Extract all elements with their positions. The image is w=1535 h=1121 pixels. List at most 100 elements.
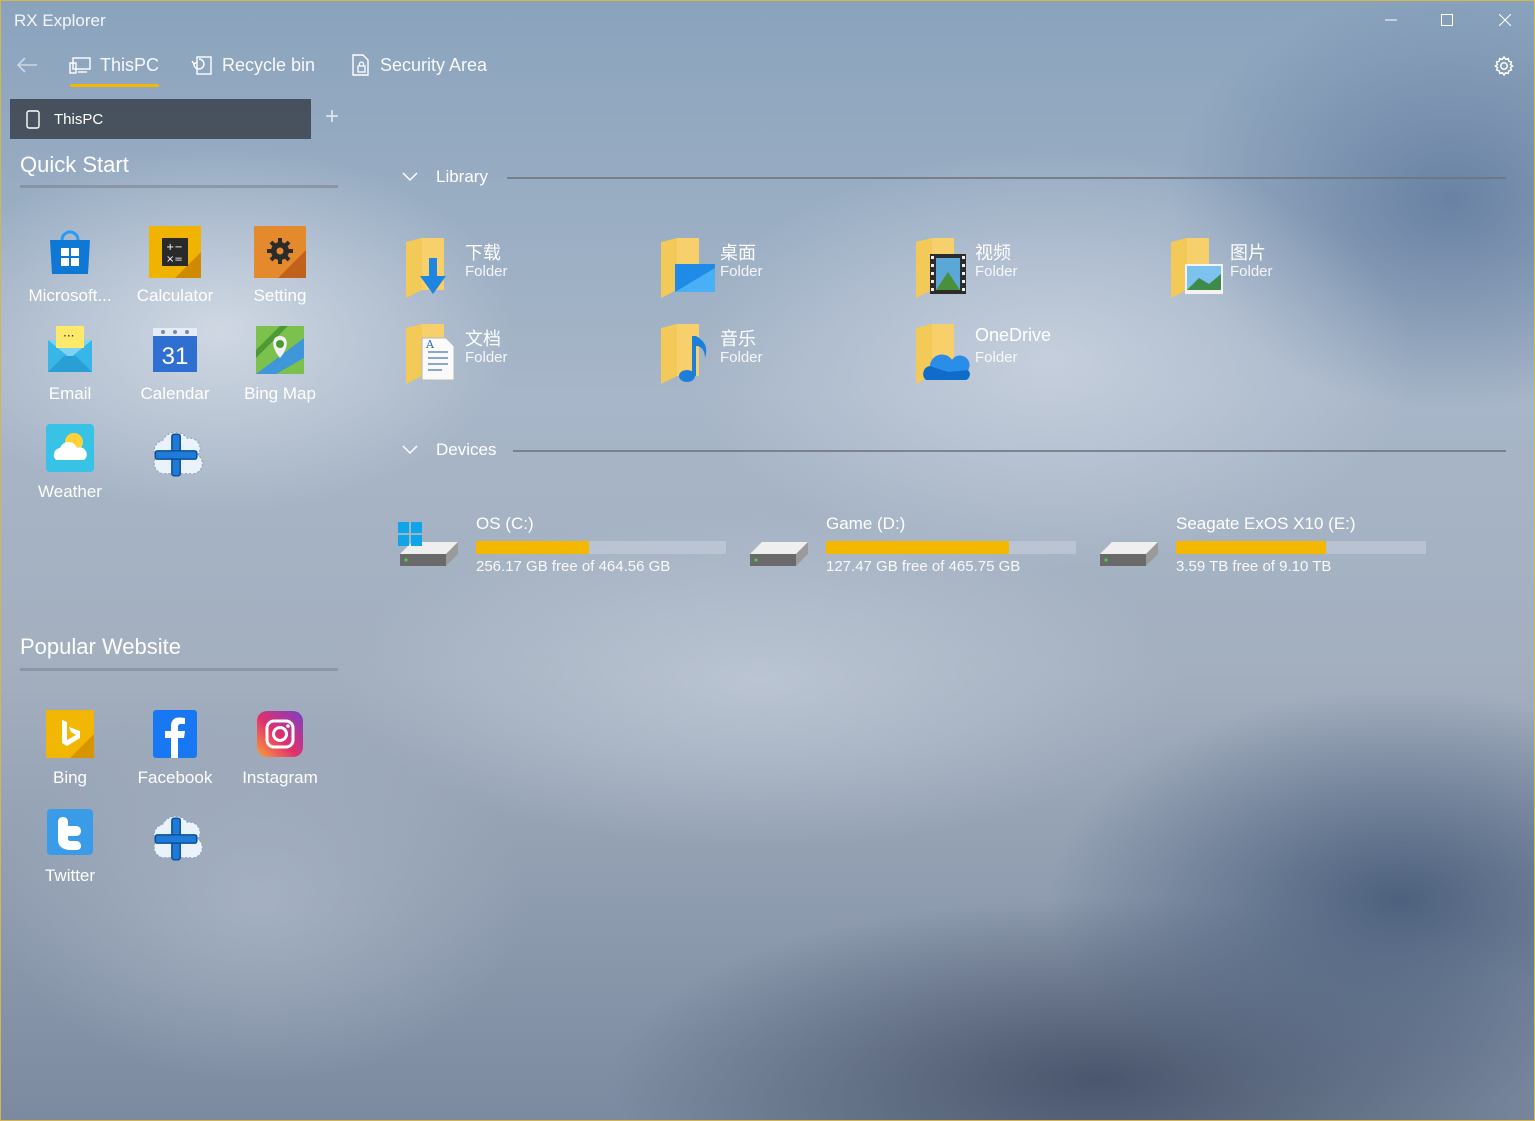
drive-c[interactable]: OS (C:) 256.17 GB free of 464.56 GB [398, 514, 738, 584]
svg-text:···: ··· [63, 329, 74, 343]
quick-start-add-button[interactable] [123, 426, 227, 484]
drive-usage-fill [476, 541, 589, 554]
folder-name: 视频 [975, 243, 1011, 263]
pictures-folder-icon [1171, 238, 1223, 298]
quick-start-calendar[interactable]: 31 Calendar [123, 324, 227, 404]
folder-documents[interactable]: A 文档 Folder [402, 324, 652, 394]
drive-e[interactable]: Seagate ExOS X10 (E:) 3.59 TB free of 9.… [1098, 514, 1438, 584]
svg-text:×=: ×= [166, 254, 183, 265]
recycle-bin-icon [190, 50, 214, 80]
lock-icon [348, 50, 372, 80]
website-label: Bing [52, 768, 88, 787]
maximize-icon [1441, 14, 1453, 26]
calculator-icon: +− ×= [149, 226, 201, 278]
devices-group-header[interactable]: Devices [398, 436, 496, 464]
drive-free-space: 3.59 TB free of 9.10 TB [1176, 558, 1332, 575]
website-label: Facebook [137, 768, 213, 787]
onedrive-folder-icon [916, 324, 970, 384]
folder-videos[interactable]: 视频 Folder [912, 238, 1162, 308]
drive-usage-bar [826, 541, 1076, 554]
folder-name: 音乐 [720, 329, 756, 349]
drive-usage-fill [1176, 541, 1326, 554]
minimize-button[interactable] [1363, 0, 1419, 40]
twitter-icon [47, 809, 93, 855]
thispc-icon [68, 50, 92, 80]
tab-thispc[interactable]: ThisPC [10, 99, 311, 139]
chevron-down-icon [398, 165, 422, 189]
svg-text:A: A [425, 338, 435, 351]
folder-desktop[interactable]: 桌面 Folder [657, 238, 907, 308]
quick-start-calculator[interactable]: +− ×= Calculator [123, 226, 227, 306]
library-group-header[interactable]: Library [398, 163, 488, 191]
library-divider [507, 177, 1506, 179]
folder-name: OneDrive [975, 325, 1052, 345]
navigation-bar: ThisPC Recycle bin Security Area [0, 44, 1535, 88]
drive-d[interactable]: Game (D:) 127.47 GB free of 465.75 GB [748, 514, 1088, 584]
close-icon [1499, 14, 1511, 26]
title-bar: RX Explorer [0, 0, 1535, 42]
back-arrow-icon [16, 57, 37, 73]
quick-start-label: Calendar [140, 384, 210, 403]
drive-free-space: 256.17 GB free of 464.56 GB [476, 558, 671, 575]
quick-start-label: Setting [253, 286, 307, 305]
folder-name: 文档 [465, 329, 501, 349]
folder-music[interactable]: 音乐 Folder [657, 324, 907, 394]
back-button[interactable] [10, 50, 44, 80]
nav-security-area[interactable]: Security Area [348, 50, 487, 88]
bing-map-icon [256, 326, 304, 374]
folder-name: 图片 [1230, 243, 1266, 263]
quick-start-bing-map[interactable]: Bing Map [228, 324, 332, 404]
drive-usage-bar [1176, 541, 1426, 554]
folder-pictures[interactable]: 图片 Folder [1167, 238, 1417, 308]
drive-name: OS (C:) [476, 514, 534, 533]
music-folder-icon [661, 324, 707, 384]
folder-type: Folder [465, 349, 508, 366]
add-tab-button[interactable]: + [319, 104, 345, 132]
calendar-day: 31 [162, 343, 189, 370]
quick-start-label: Microsoft... [28, 286, 112, 305]
hard-drive-icon [1100, 542, 1158, 566]
nav-thispc[interactable]: ThisPC [68, 50, 160, 88]
quick-start-setting[interactable]: Setting [228, 226, 332, 306]
website-facebook[interactable]: Facebook [123, 708, 227, 788]
folder-type: Folder [1230, 263, 1273, 280]
quick-start-weather[interactable]: Weather [18, 422, 122, 502]
add-icon [153, 431, 203, 477]
folder-type: Folder [975, 263, 1018, 280]
devices-divider [513, 450, 1506, 452]
close-button[interactable] [1477, 0, 1533, 40]
drive-usage-bar [476, 541, 726, 554]
popular-website-divider [20, 668, 338, 671]
quick-start-divider [20, 185, 338, 188]
website-add-button[interactable] [123, 810, 227, 868]
website-label: Twitter [44, 866, 96, 885]
folder-downloads[interactable]: 下载 Folder [402, 238, 652, 308]
nav-thispc-label: ThisPC [100, 55, 160, 75]
quick-start-label: Weather [38, 482, 102, 501]
add-icon [153, 815, 203, 861]
quick-start-microsoft-store[interactable]: Microsoft... [18, 226, 122, 306]
quick-start-label: Email [48, 384, 92, 403]
drive-free-space: 127.47 GB free of 465.75 GB [826, 558, 1021, 575]
folder-type: Folder [465, 263, 508, 280]
nav-recycle-bin[interactable]: Recycle bin [190, 50, 315, 88]
quick-start-email[interactable]: ··· Email [18, 324, 122, 404]
drive-name: Seagate ExOS X10 (E:) [1176, 514, 1356, 533]
desktop-folder-icon [661, 238, 715, 298]
website-twitter[interactable]: Twitter [18, 806, 122, 886]
popular-website-title: Popular Website [20, 634, 182, 659]
folder-onedrive[interactable]: OneDrive Folder [912, 324, 1162, 394]
weather-icon [46, 424, 94, 472]
library-title: Library [436, 167, 488, 186]
drive-usage-fill [826, 541, 1009, 554]
calendar-icon: 31 [153, 328, 197, 372]
chevron-down-icon [398, 438, 422, 462]
maximize-button[interactable] [1419, 0, 1475, 40]
email-icon: ··· [48, 326, 92, 372]
settings-button[interactable] [1489, 51, 1519, 81]
website-instagram[interactable]: Instagram [228, 708, 332, 788]
quick-start-label: Bing Map [244, 384, 316, 403]
website-bing[interactable]: Bing [18, 708, 122, 788]
bing-icon [46, 710, 94, 758]
downloads-folder-icon [406, 238, 446, 298]
